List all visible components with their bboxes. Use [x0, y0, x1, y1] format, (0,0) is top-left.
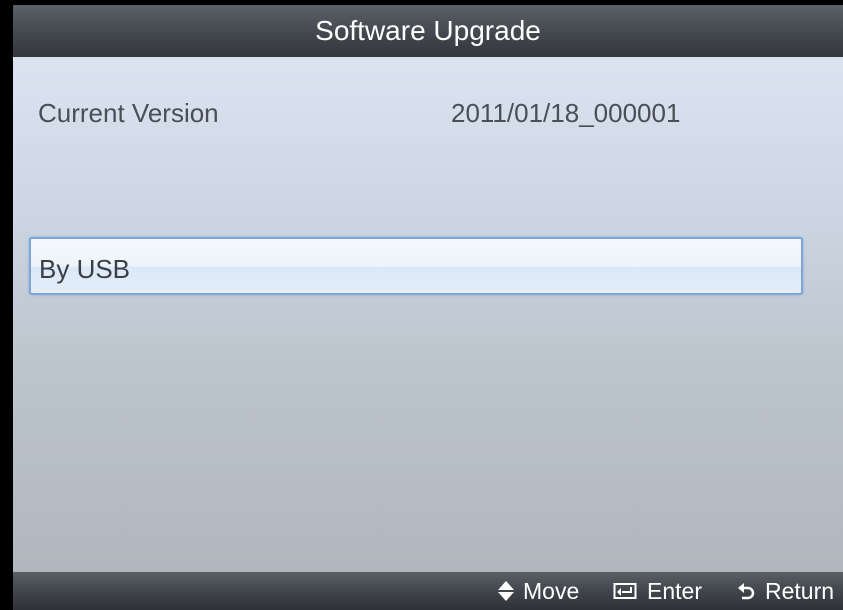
title-bar: Software Upgrade	[13, 5, 843, 57]
software-upgrade-panel: Software Upgrade Current Version 2011/01…	[13, 5, 843, 610]
current-version-value: 2011/01/18_000001	[451, 98, 681, 128]
return-hint-label: Return	[765, 577, 835, 604]
current-version-row: Current Version 2011/01/18_000001	[13, 90, 843, 140]
footer-hint-bar: Move Enter Return	[13, 572, 843, 610]
by-usb-option[interactable]: By USB	[29, 237, 803, 295]
up-down-arrow-icon	[497, 580, 515, 602]
enter-hint-label: Enter	[647, 577, 702, 604]
enter-hint: Enter	[613, 572, 702, 610]
enter-icon	[613, 581, 639, 601]
return-hint: Return	[737, 572, 834, 610]
move-hint: Move	[497, 572, 579, 610]
by-usb-option-label: By USB	[39, 254, 131, 284]
screen-frame: Software Upgrade Current Version 2011/01…	[0, 0, 843, 610]
current-version-label: Current Version	[38, 98, 219, 128]
return-icon	[737, 581, 757, 601]
move-hint-label: Move	[523, 577, 580, 604]
page-title: Software Upgrade	[315, 15, 541, 46]
